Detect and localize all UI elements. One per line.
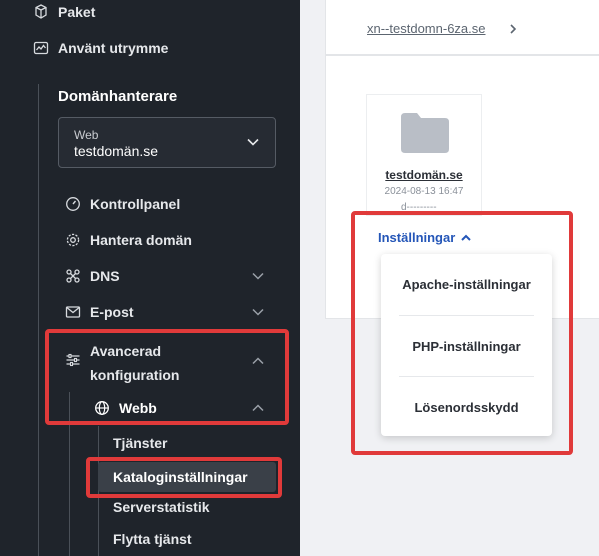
sidebar-item-tjanster[interactable]: Tjänster [113,435,167,451]
chevron-down-icon [250,268,266,284]
highlight-box [86,457,282,498]
sidebar-item-label: Paket [58,4,96,20]
breadcrumb-link[interactable]: xn--testdomn-6za.se [367,21,486,36]
dns-icon [64,267,82,285]
highlight-box [351,211,573,455]
folder-date: 2024-08-13 16:47 [384,186,464,197]
domain-select-type: Web [74,128,99,142]
sidebar-item-flytta-tjanst[interactable]: Flytta tjänst [113,531,192,547]
folder-icon [401,113,449,158]
sidebar-item-label: Tjänster [113,435,168,451]
sidebar-item-paket[interactable]: Paket [32,3,95,21]
domain-select-value: testdomän.se [74,143,159,159]
tree-line [38,84,39,556]
sidebar-item-hantera-doman[interactable]: Hantera domän [64,231,192,249]
main-content: xn--testdomn-6za.se testdomän.se 2024-08… [300,0,599,556]
sidebar-item-label: Kontrollpanel [90,196,181,212]
domain-select[interactable]: Web testdomän.se [58,117,276,168]
package-icon [32,3,50,21]
gear-icon [64,231,82,249]
sidebar-item-label: Flytta tjänst [113,531,192,547]
sidebar-item-kontrollpanel[interactable]: Kontrollpanel [64,195,180,213]
sidebar-item-dns[interactable]: DNS [64,267,300,285]
section-title: Domänhanterare [58,88,178,105]
chevron-down-icon [250,304,266,320]
folder-name[interactable]: testdomän.se [367,168,481,182]
sidebar: Paket Använt utrymme Domänhanterare Web … [0,0,300,556]
mail-icon [64,303,82,321]
sidebar-item-label: Använt utrymme [58,40,169,56]
storage-icon [32,39,50,57]
sidebar-item-label: E-post [90,304,134,320]
sidebar-item-epost[interactable]: E-post [64,303,300,321]
sidebar-item-label: Serverstatistik [113,499,210,515]
sidebar-item-anvant-utrymme[interactable]: Använt utrymme [32,39,168,57]
breadcrumb-bar: xn--testdomn-6za.se [325,0,599,55]
gauge-icon [64,195,82,213]
folder-card[interactable]: testdomän.se 2024-08-13 16:47 d--------- [366,94,482,216]
sidebar-item-label: Hantera domän [90,232,192,248]
sidebar-item-serverstatistik[interactable]: Serverstatistik [113,499,210,515]
chevron-down-icon [246,135,260,154]
chevron-right-icon [507,22,519,40]
sidebar-item-label: DNS [90,268,120,284]
highlight-box [45,329,289,425]
